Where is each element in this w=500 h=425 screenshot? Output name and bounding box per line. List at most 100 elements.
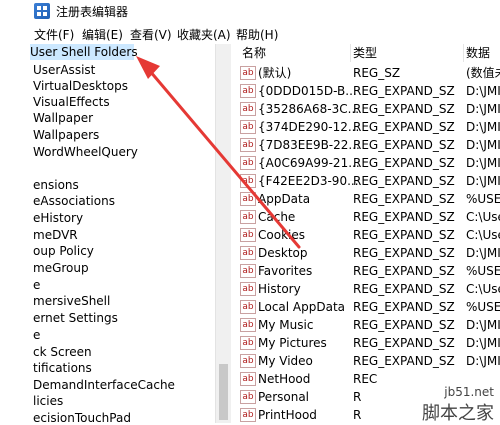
tree-item[interactable]: licies — [33, 393, 63, 409]
tree-item[interactable]: Wallpaper — [33, 110, 93, 126]
value-type: REG_EXPAND_SZ — [353, 264, 455, 278]
table-row[interactable]: ab AppData REG_EXPAND_SZ %USEI — [232, 190, 500, 208]
tree-item[interactable]: VisualEffects — [33, 94, 110, 110]
table-row[interactable]: ab My Music REG_EXPAND_SZ D:\JMI — [232, 316, 500, 334]
string-value-icon: ab — [240, 138, 256, 152]
tree-item[interactable]: ck Screen — [33, 344, 92, 360]
table-row[interactable]: ab My Pictures REG_EXPAND_SZ D:\JMI — [232, 334, 500, 352]
tree-item[interactable]: VirtualDesktops — [33, 78, 128, 94]
value-type: REG_EXPAND_SZ — [353, 228, 455, 242]
table-row[interactable]: ab {7D83EE9B-22... REG_EXPAND_SZ D:\JMI — [232, 136, 500, 154]
tree-item[interactable]: e — [33, 327, 40, 343]
value-name: {35286A68-3C... — [258, 102, 360, 116]
tree-item[interactable]: ecisionTouchPad — [33, 410, 131, 423]
value-data: %USEI — [466, 264, 500, 278]
string-value-icon: ab — [240, 66, 256, 80]
value-name: Cache — [258, 210, 296, 224]
string-value-icon: ab — [240, 174, 256, 188]
table-row[interactable]: ab Cache REG_EXPAND_SZ C:\Use — [232, 208, 500, 226]
value-name: My Video — [258, 354, 313, 368]
column-type-header[interactable]: 类型 — [353, 44, 464, 62]
value-name: AppData — [258, 192, 311, 206]
value-name: NetHood — [258, 372, 311, 386]
tree-item[interactable]: eAssociations — [33, 193, 115, 209]
tree-item-user-shell-folders[interactable]: User Shell Folders — [30, 44, 138, 60]
column-data-header[interactable]: 数据 — [466, 44, 500, 62]
string-value-icon: ab — [240, 246, 256, 260]
table-row[interactable]: ab Favorites REG_EXPAND_SZ %USEI — [232, 262, 500, 280]
tree-item[interactable]: tifications — [33, 360, 92, 376]
string-value-icon: ab — [240, 120, 256, 134]
table-row[interactable]: ab History REG_EXPAND_SZ C:\Use — [232, 280, 500, 298]
string-value-icon: ab — [240, 390, 256, 404]
string-value-icon: ab — [240, 282, 256, 296]
tree-item[interactable]: oup Policy — [33, 243, 94, 259]
string-value-icon: ab — [240, 318, 256, 332]
menu-file[interactable]: 文件(F) — [34, 26, 74, 43]
value-name: Desktop — [258, 246, 308, 260]
tree-item[interactable]: ensions — [33, 177, 79, 193]
value-type: REG_EXPAND_SZ — [353, 138, 455, 152]
value-name: PrintHood — [258, 408, 317, 422]
tree-item[interactable]: DemandInterfaceCache — [33, 377, 175, 393]
value-data: C:\Use — [466, 210, 500, 224]
value-data: D:\JMI — [466, 246, 500, 260]
table-row[interactable]: ab Cookies REG_EXPAND_SZ C:\Use — [232, 226, 500, 244]
table-row[interactable]: ab (默认) REG_SZ (数值未 — [232, 64, 500, 82]
tree-item[interactable]: ernet Settings — [33, 310, 118, 326]
value-name: Cookies — [258, 228, 305, 242]
window-title: 注册表编辑器 — [56, 5, 129, 19]
tree-item[interactable]: e — [33, 277, 40, 293]
value-type: REG_EXPAND_SZ — [353, 336, 455, 350]
value-type: REG_EXPAND_SZ — [353, 210, 455, 224]
string-value-icon: ab — [240, 300, 256, 314]
watermark-brand: 脚本之家 — [422, 403, 494, 424]
tree-item[interactable]: Wallpapers — [33, 127, 99, 143]
string-value-icon: ab — [240, 210, 256, 224]
value-type: REG_EXPAND_SZ — [353, 102, 455, 116]
value-name: Local AppData — [258, 300, 346, 314]
value-data: D:\JMI — [466, 318, 500, 332]
table-row[interactable]: ab {374DE290-12... REG_EXPAND_SZ D:\JMI — [232, 118, 500, 136]
tree-scrollbar-thumb[interactable] — [219, 364, 228, 420]
watermark: jb51.net 脚本之家 — [392, 385, 500, 424]
value-name: Personal — [258, 390, 310, 404]
table-row[interactable]: ab My Video REG_EXPAND_SZ D:\JMI — [232, 352, 500, 370]
menu-edit[interactable]: 编辑(E) — [82, 26, 123, 43]
value-name: History — [258, 282, 301, 296]
tree-item[interactable]: meDVR — [33, 227, 78, 243]
value-type: REG_EXPAND_SZ — [353, 282, 455, 296]
tree-item[interactable]: eHistory — [33, 210, 83, 226]
value-name: {0DDD015D-B... — [258, 84, 357, 98]
table-row[interactable]: ab Desktop REG_EXPAND_SZ D:\JMI — [232, 244, 500, 262]
title-bar: 注册表编辑器 — [0, 0, 500, 22]
key-tree-pane[interactable]: User Shell Folders UserAssist VirtualDes… — [0, 44, 231, 423]
string-value-icon: ab — [240, 102, 256, 116]
value-data: D:\JMI — [466, 120, 500, 134]
value-name: My Music — [258, 318, 314, 332]
value-data: D:\JMI — [466, 138, 500, 152]
table-row[interactable]: ab {0DDD015D-B... REG_EXPAND_SZ D:\JMI — [232, 82, 500, 100]
menu-favorites[interactable]: 收藏夹(A) — [177, 26, 231, 43]
column-name-header[interactable]: 名称 — [242, 44, 351, 62]
value-type: REG_EXPAND_SZ — [353, 156, 455, 170]
value-data: (数值未 — [466, 66, 500, 80]
value-type: REG_EXPAND_SZ — [353, 192, 455, 206]
tree-item[interactable]: meGroup — [33, 260, 89, 276]
value-name: {7D83EE9B-22... — [258, 138, 360, 152]
menu-view[interactable]: 查看(V) — [130, 26, 172, 43]
value-data: C:\Use — [466, 282, 500, 296]
table-row[interactable]: ab {F42EE2D3-90... REG_EXPAND_SZ D:\JMI — [232, 172, 500, 190]
value-name: {F42EE2D3-90... — [258, 174, 359, 188]
table-row[interactable]: ab {35286A68-3C... REG_EXPAND_SZ D:\JMI — [232, 100, 500, 118]
values-pane[interactable]: 名称 类型 数据 ab (默认) REG_SZ (数值未 ab {0DDD015… — [232, 44, 500, 423]
menu-help[interactable]: 帮助(H) — [236, 26, 278, 43]
tree-item[interactable]: WordWheelQuery — [33, 144, 138, 160]
table-row[interactable]: ab {A0C69A99-21... REG_EXPAND_SZ D:\JMI — [232, 154, 500, 172]
value-type: REG_EXPAND_SZ — [353, 120, 455, 134]
tree-item[interactable]: mersiveShell — [33, 293, 110, 309]
tree-scrollbar[interactable] — [215, 44, 231, 423]
tree-item[interactable]: UserAssist — [33, 62, 95, 78]
registry-editor-icon — [34, 3, 50, 19]
table-row[interactable]: ab Local AppData REG_EXPAND_SZ %USEI — [232, 298, 500, 316]
